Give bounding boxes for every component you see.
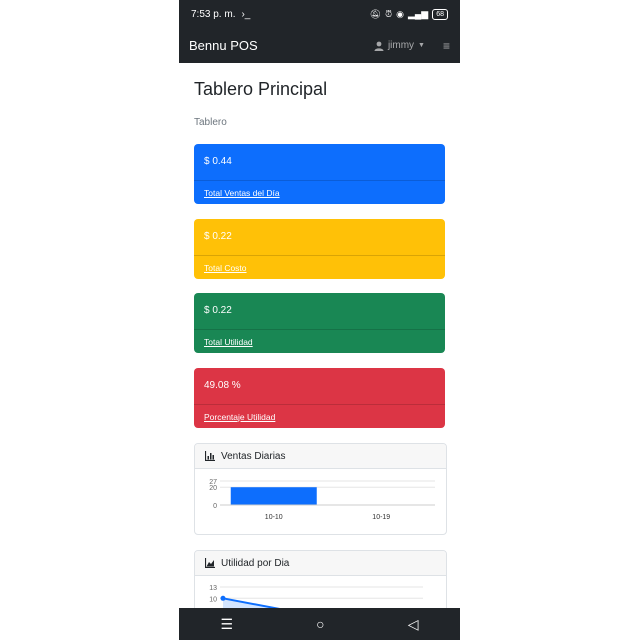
phone-screen: 7:53 p. m. ›_ 🔕︎ ⏰︎ ◉ ▂▄▆ 68 Bennu POS j… — [179, 0, 460, 640]
y-tick-label: 20 — [209, 485, 217, 492]
home-icon[interactable]: ○ — [316, 616, 324, 632]
top-navbar: Bennu POS jimmy ▼ ≡ — [179, 28, 460, 63]
ventas-chart: 2720010-10 10-19 — [209, 479, 435, 521]
card-footer: Total Costo — [194, 255, 445, 279]
status-bar: 7:53 p. m. ›_ 🔕︎ ⏰︎ ◉ ▂▄▆ 68 — [179, 0, 460, 28]
card-link[interactable]: Total Ventas del Día — [204, 188, 280, 198]
hamburger-menu-icon[interactable]: ≡ — [443, 39, 450, 53]
card-value: $ 0.44 — [204, 156, 232, 167]
terminal-icon: ›_ — [241, 8, 251, 20]
card-link[interactable]: Total Utilidad — [204, 337, 253, 347]
y-tick-label: 13 — [209, 585, 217, 592]
panel-title: Utilidad por Dia — [221, 557, 290, 569]
bar — [230, 487, 317, 505]
wifi-icon: ◉ — [396, 8, 404, 19]
status-icons: 🔕︎ ⏰︎ ◉ ▂▄▆ 68 — [369, 8, 448, 20]
panel-header: Utilidad por Dia — [195, 551, 446, 576]
card-total-utilidad: $ 0.22 Total Utilidad — [194, 293, 445, 353]
panel-title: Ventas Diarias — [221, 450, 286, 462]
area-chart-icon — [205, 558, 215, 568]
alarm-icon: ⏰︎ — [385, 8, 393, 19]
back-icon[interactable]: ◁ — [408, 616, 419, 633]
battery-icon: 68 — [432, 8, 448, 20]
card-footer: Porcentaje Utilidad — [194, 404, 445, 428]
x-tick-label: 10-10 — [265, 514, 283, 521]
card-value: $ 0.22 — [204, 231, 232, 242]
panel-ventas-diarias: Ventas Diarias 27 20 0 10-10 10-19 — [194, 443, 447, 535]
card-link[interactable]: Porcentaje Utilidad — [204, 412, 275, 422]
card-value: 49.08 % — [204, 380, 241, 391]
card-total-ventas: $ 0.44 Total Ventas del Día — [194, 144, 445, 204]
main-content: Tablero Principal Tablero $ 0.44 Total V… — [194, 63, 447, 632]
y-tick-label: 0 — [213, 503, 217, 510]
recent-apps-icon[interactable]: ☰ — [221, 616, 234, 633]
panel-header: Ventas Diarias — [195, 444, 446, 469]
card-total-costo: $ 0.22 Total Costo — [194, 219, 445, 279]
navbar-brand[interactable]: Bennu POS — [189, 38, 258, 53]
caret-down-icon: ▼ — [418, 42, 425, 49]
user-name: jimmy — [387, 40, 415, 51]
signal-icon: ▂▄▆ — [407, 8, 429, 19]
y-tick-label: 10 — [209, 596, 217, 603]
breadcrumb: Tablero — [194, 117, 227, 128]
bar-chart-icon — [205, 451, 215, 461]
card-link[interactable]: Total Costo — [204, 263, 247, 273]
page-title: Tablero Principal — [194, 79, 328, 99]
card-footer: Total Utilidad — [194, 329, 445, 353]
android-nav-bar: ☰ ○ ◁ — [179, 608, 460, 640]
user-menu[interactable]: jimmy ▼ — [374, 40, 425, 51]
user-icon — [374, 41, 384, 51]
mute-icon: 🔕︎ — [369, 8, 382, 19]
data-point — [220, 595, 226, 601]
card-value: $ 0.22 — [204, 305, 232, 316]
x-tick-label: 10-19 — [372, 514, 390, 521]
card-porcentaje-utilidad: 49.08 % Porcentaje Utilidad — [194, 368, 445, 428]
card-footer: Total Ventas del Día — [194, 180, 445, 204]
status-time: 7:53 p. m. — [191, 8, 236, 20]
